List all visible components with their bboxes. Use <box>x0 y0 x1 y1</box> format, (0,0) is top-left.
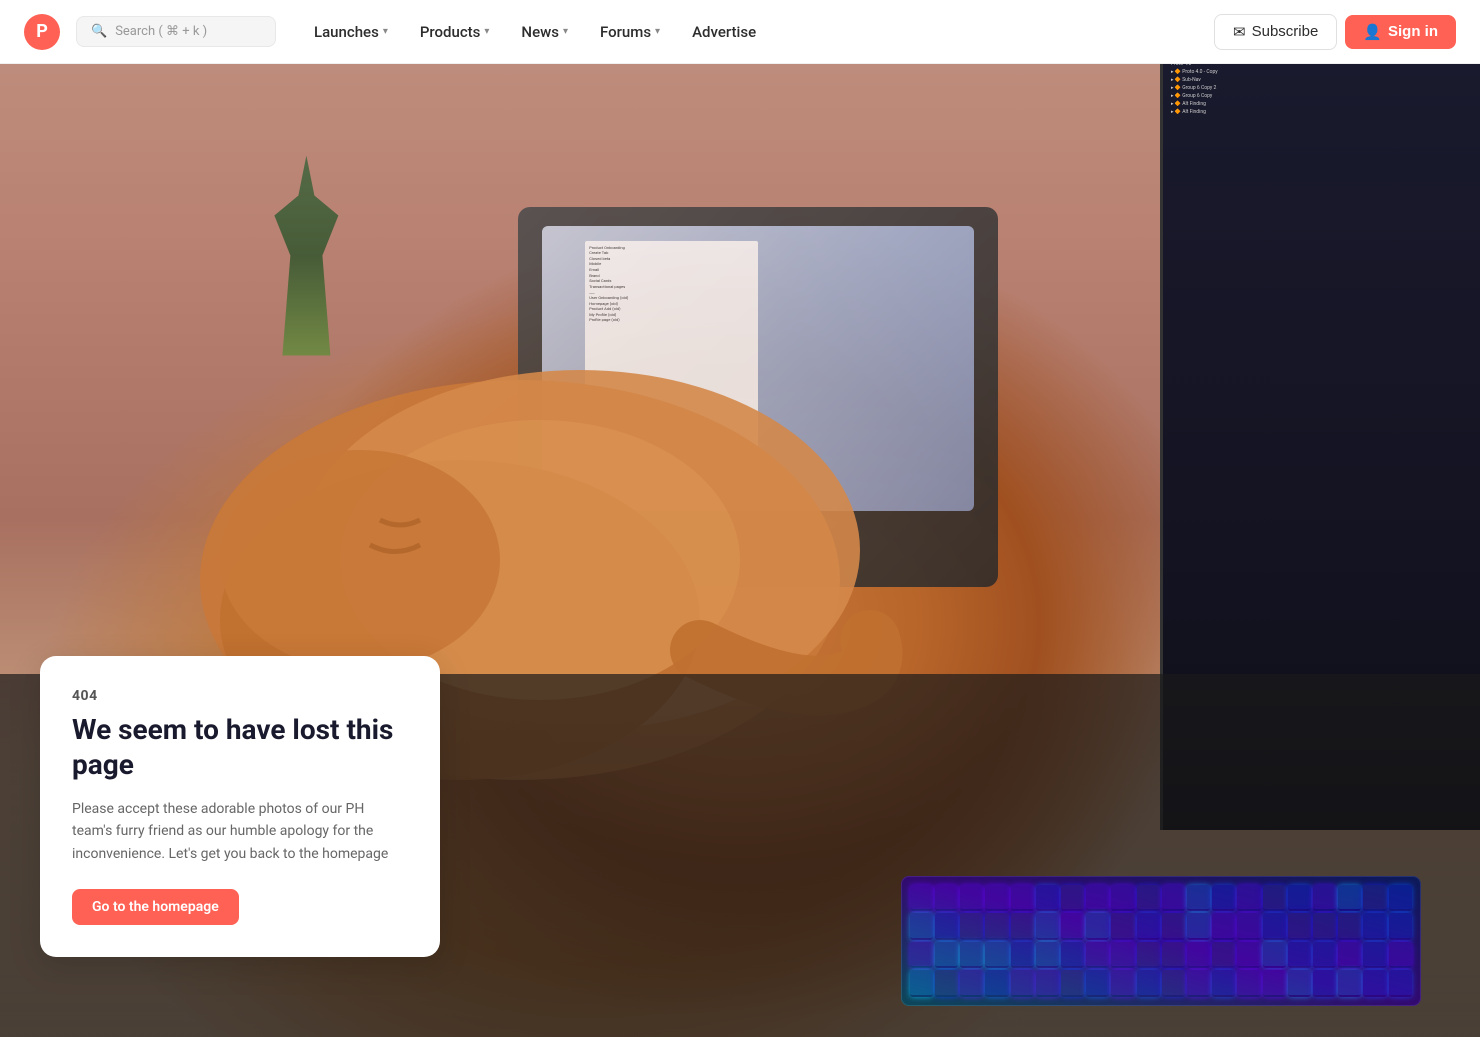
nav-item-forums[interactable]: Forums ▾ <box>586 15 674 49</box>
chevron-down-icon: ▾ <box>383 26 388 37</box>
nav-links: Launches ▾ Products ▾ News ▾ Forums ▾ Ad… <box>300 15 770 49</box>
user-icon: 👤 <box>1363 23 1382 41</box>
homepage-label: Go to the homepage <box>92 899 219 915</box>
chevron-down-icon: ▾ <box>563 26 568 37</box>
error-code: 404 <box>72 688 408 704</box>
nav-label-launches: Launches <box>314 23 379 41</box>
subscribe-label: Subscribe <box>1252 23 1319 40</box>
nav-item-news[interactable]: News ▾ <box>507 15 582 49</box>
search-placeholder: Search ( ⌘ + k ) <box>115 24 207 39</box>
go-to-homepage-button[interactable]: Go to the homepage <box>72 889 239 925</box>
logo[interactable]: P <box>24 14 60 50</box>
signin-button[interactable]: 👤 Sign in <box>1345 15 1456 49</box>
nav-item-advertise[interactable]: Advertise <box>678 15 770 49</box>
nav-label-products: Products <box>420 23 481 41</box>
search-bar[interactable]: 🔍 Search ( ⌘ + k ) <box>76 16 276 47</box>
logo-letter: P <box>36 21 48 42</box>
navbar: P 🔍 Search ( ⌘ + k ) Launches ▾ Products… <box>0 0 1480 64</box>
envelope-icon: ✉ <box>1233 23 1246 41</box>
signin-label: Sign in <box>1388 23 1438 40</box>
search-icon: 🔍 <box>91 24 107 39</box>
chevron-down-icon: ▾ <box>655 26 660 37</box>
chevron-down-icon: ▾ <box>484 26 489 37</box>
nav-label-advertise: Advertise <box>692 23 756 41</box>
nav-label-news: News <box>521 23 559 41</box>
nav-item-products[interactable]: Products ▾ <box>406 15 504 49</box>
subscribe-button[interactable]: ✉ Subscribe <box>1214 14 1337 50</box>
keyboard <box>901 876 1421 1006</box>
error-title: We seem to have lost this page <box>72 712 408 782</box>
error-description: Please accept these adorable photos of o… <box>72 798 408 865</box>
nav-item-launches[interactable]: Launches ▾ <box>300 15 402 49</box>
nav-right: ✉ Subscribe 👤 Sign in <box>1214 14 1456 50</box>
nav-label-forums: Forums <box>600 23 651 41</box>
error-card: 404 We seem to have lost this page Pleas… <box>40 656 440 957</box>
